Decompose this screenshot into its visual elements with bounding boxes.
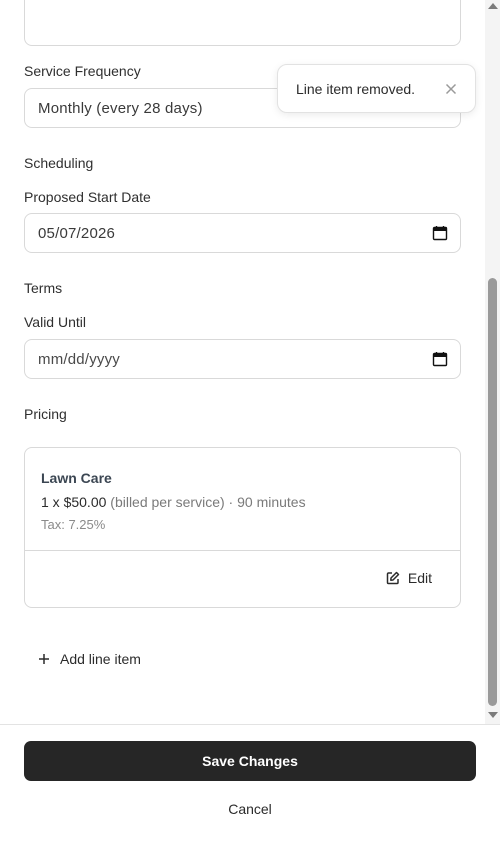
start-date-label: Proposed Start Date — [24, 189, 151, 205]
toast-message: Line item removed. — [296, 80, 416, 97]
line-item-duration: 90 minutes — [233, 494, 306, 510]
add-line-item-button[interactable]: Add line item — [38, 651, 141, 667]
line-item-quantity-price: 1 x $50.00 — [41, 494, 107, 510]
line-item-card: Lawn Care 1 x $50.00 (billed per service… — [24, 447, 461, 608]
card-divider — [25, 550, 460, 551]
scrollbar-thumb[interactable] — [488, 278, 497, 706]
plus-icon — [39, 654, 49, 664]
line-item-billing-note: (billed per service) — [110, 494, 229, 510]
edit-label: Edit — [407, 570, 432, 586]
scroll-up-arrow-icon[interactable] — [488, 3, 498, 9]
edit-line-item-button[interactable]: Edit — [386, 570, 432, 586]
close-icon[interactable] — [445, 83, 457, 95]
notes-textarea[interactable] — [24, 0, 461, 46]
form-footer: Save Changes Cancel — [0, 724, 500, 845]
service-frequency-label: Service Frequency — [24, 63, 141, 79]
valid-until-label: Valid Until — [24, 314, 86, 330]
edit-icon — [386, 571, 400, 585]
toast-notification: Line item removed. — [277, 64, 476, 113]
valid-until-placeholder: mm/dd/yyyy — [38, 350, 121, 368]
line-item-name: Lawn Care — [41, 470, 112, 486]
line-item-detail: 1 x $50.00 (billed per service) · 90 min… — [41, 494, 306, 510]
calendar-icon[interactable] — [432, 225, 448, 241]
save-changes-button[interactable]: Save Changes — [24, 741, 476, 781]
vertical-scrollbar[interactable] — [485, 0, 500, 724]
cancel-button[interactable]: Cancel — [0, 801, 500, 817]
add-line-item-label: Add line item — [60, 651, 141, 667]
calendar-icon[interactable] — [432, 351, 448, 367]
line-item-tax: Tax: 7.25% — [41, 517, 106, 532]
terms-section-label: Terms — [24, 280, 63, 296]
scheduling-section-label: Scheduling — [24, 155, 94, 171]
start-date-value: 05/07/2026 — [38, 224, 116, 242]
valid-until-input[interactable]: mm/dd/yyyy — [24, 339, 461, 379]
pricing-section-label: Pricing — [24, 406, 67, 422]
scroll-down-arrow-icon[interactable] — [488, 712, 498, 718]
start-date-input[interactable]: 05/07/2026 — [24, 213, 461, 253]
